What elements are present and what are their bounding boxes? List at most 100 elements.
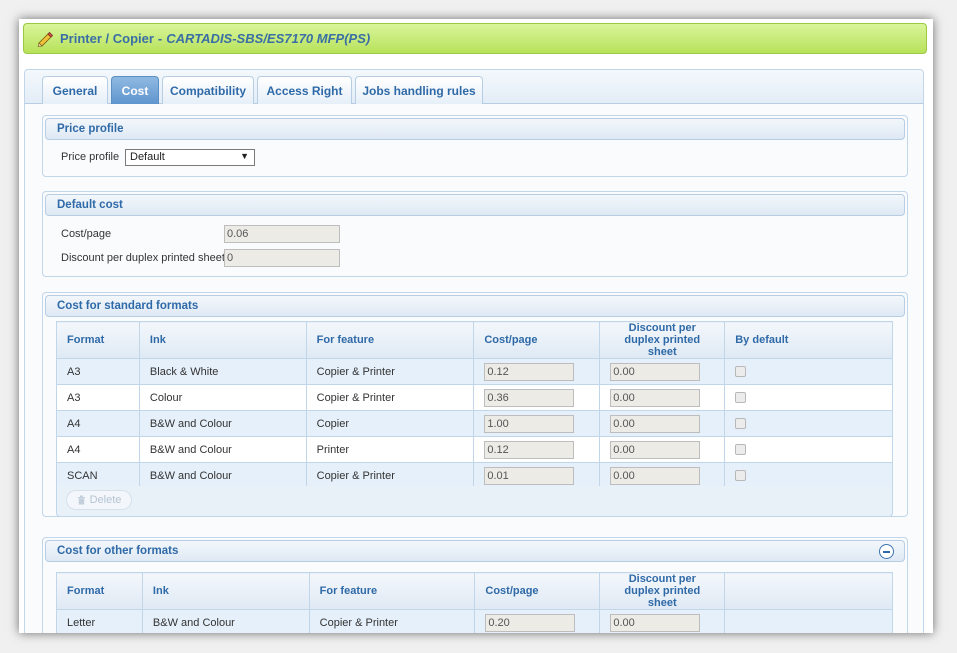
default-cost-section: Default cost Cost/page Discount per dupl… [42, 191, 908, 277]
table-row[interactable]: Letter B&W and Colour Copier & Printer [56, 609, 893, 633]
table-row[interactable]: A4 B&W and Colour Printer [56, 436, 893, 463]
cell-ink: B&W and Colour [138, 462, 307, 489]
by-default-checkbox[interactable] [735, 366, 747, 378]
other-formats-title: Cost for other formats [57, 545, 179, 557]
cost-page-label: Cost/page [61, 228, 112, 240]
tab-compatibility[interactable]: Compatibility [162, 76, 254, 104]
cell-format: SCAN [56, 462, 140, 489]
cell-feature: Copier & Printer [305, 384, 475, 411]
tab-bar: General Cost Compatibility Access Right … [25, 70, 923, 104]
other-formats-header[interactable]: Cost for other formats [45, 540, 905, 562]
cell-format: A3 [56, 358, 140, 385]
title-entity: Printer / Copier [60, 31, 154, 46]
delete-label: Delete [89, 494, 122, 506]
column-header-ink[interactable]: Ink [138, 321, 307, 359]
cost-page-input[interactable] [484, 414, 575, 433]
duplex-discount-input[interactable] [610, 613, 701, 632]
title-model: CARTADIS-SBS/ES7170 MFP(PS) [166, 31, 371, 46]
duplex-discount-input[interactable] [610, 440, 701, 459]
other-formats-table: Format Ink For feature Cost/page Discoun… [56, 572, 893, 633]
cell-feature: Copier [305, 410, 475, 437]
column-header-cost[interactable]: Cost/page [474, 572, 601, 610]
price-profile-selected: Default [130, 151, 165, 163]
standard-formats-header[interactable]: Cost for standard formats [45, 295, 905, 317]
other-formats-section: Cost for other formats Format Ink For fe… [42, 537, 908, 633]
cell-cost [473, 384, 601, 411]
by-default-checkbox[interactable] [735, 418, 747, 430]
duplex-discount-input[interactable] [610, 362, 701, 381]
cell-ink: B&W and Colour [138, 410, 307, 437]
cell-format: Letter [56, 609, 143, 633]
cell-by-default [724, 436, 893, 463]
duplex-discount-input[interactable] [610, 388, 701, 407]
cell-discount [599, 384, 726, 411]
main-panel: General Cost Compatibility Access Right … [24, 69, 924, 633]
duplex-discount-label: Discount per duplex printed sheet [61, 252, 225, 264]
cell-discount [599, 410, 726, 437]
cell-ink: B&W and Colour [138, 436, 307, 463]
standard-formats-table: Format Ink For feature Cost/page Discoun… [56, 321, 893, 489]
cell-ink: Black & White [138, 358, 307, 385]
column-header-format[interactable]: Format [56, 572, 143, 610]
cost-page-input[interactable] [484, 440, 575, 459]
duplex-discount-input[interactable] [610, 414, 701, 433]
default-cost-page-input[interactable] [224, 225, 340, 243]
cell-ink: B&W and Colour [141, 609, 310, 633]
cost-page-input[interactable] [484, 362, 575, 381]
cell-format: A3 [56, 384, 140, 411]
table-row[interactable]: SCAN B&W and Colour Copier & Printer [56, 462, 893, 489]
cost-page-input[interactable] [484, 388, 575, 407]
price-profile-header[interactable]: Price profile [45, 118, 905, 140]
by-default-checkbox[interactable] [735, 444, 747, 456]
column-header-feature[interactable]: For feature [308, 572, 476, 610]
by-default-checkbox[interactable] [735, 392, 747, 404]
cell-empty [724, 609, 893, 633]
price-profile-select[interactable]: Default ▼ [125, 149, 255, 166]
caret-down-icon: ▼ [240, 151, 249, 161]
printer-cost-window: Printer / Copier - CARTADIS-SBS/ES7170 MFP… [19, 19, 933, 633]
cell-cost [473, 462, 601, 489]
tab-general[interactable]: General [42, 76, 108, 104]
cost-page-input[interactable] [484, 466, 575, 485]
cell-cost [473, 436, 601, 463]
cell-discount [599, 609, 726, 633]
by-default-checkbox[interactable] [735, 470, 747, 482]
default-cost-header[interactable]: Default cost [45, 194, 905, 216]
cell-cost [474, 609, 601, 633]
tab-access-right[interactable]: Access Right [257, 76, 352, 104]
cell-format: A4 [56, 410, 140, 437]
title-bar: Printer / Copier - CARTADIS-SBS/ES7170 MFP… [23, 23, 927, 54]
duplex-discount-input[interactable] [610, 466, 701, 485]
price-profile-section: Price profile Price profile Default ▼ [42, 115, 908, 177]
standard-formats-footer: Delete [56, 486, 893, 517]
column-header-discount[interactable]: Discount per duplex printed sheet [599, 321, 726, 359]
cell-by-default [724, 462, 893, 489]
cell-feature: Copier & Printer [308, 609, 476, 633]
column-header-discount[interactable]: Discount per duplex printed sheet [599, 572, 726, 610]
table-row[interactable]: A3 Colour Copier & Printer [56, 384, 893, 411]
cell-feature: Printer [305, 436, 475, 463]
table-row[interactable]: A3 Black & White Copier & Printer [56, 358, 893, 385]
column-header-format[interactable]: Format [56, 321, 140, 359]
column-header-ink[interactable]: Ink [141, 572, 310, 610]
tab-jobs-handling-rules[interactable]: Jobs handling rules [355, 76, 483, 104]
cell-feature: Copier & Printer [305, 358, 475, 385]
cell-ink: Colour [138, 384, 307, 411]
tab-cost[interactable]: Cost [111, 76, 159, 104]
cell-by-default [724, 384, 893, 411]
title-separator: - [157, 31, 163, 46]
cost-page-input[interactable] [485, 613, 576, 632]
column-header-by-default[interactable]: By default [724, 321, 893, 359]
minus-circle-icon[interactable] [879, 544, 894, 559]
delete-button[interactable]: Delete [66, 490, 132, 510]
cell-feature: Copier & Printer [305, 462, 475, 489]
column-header-feature[interactable]: For feature [305, 321, 475, 359]
cell-discount [599, 462, 726, 489]
table-row[interactable]: A4 B&W and Colour Copier [56, 410, 893, 437]
column-header-empty [724, 572, 893, 610]
default-duplex-discount-input[interactable] [224, 249, 340, 267]
page-title: Printer / Copier - CARTADIS-SBS/ES7170 MFP… [60, 31, 370, 46]
price-profile-label: Price profile [61, 151, 120, 163]
cell-cost [473, 358, 601, 385]
column-header-cost[interactable]: Cost/page [473, 321, 601, 359]
